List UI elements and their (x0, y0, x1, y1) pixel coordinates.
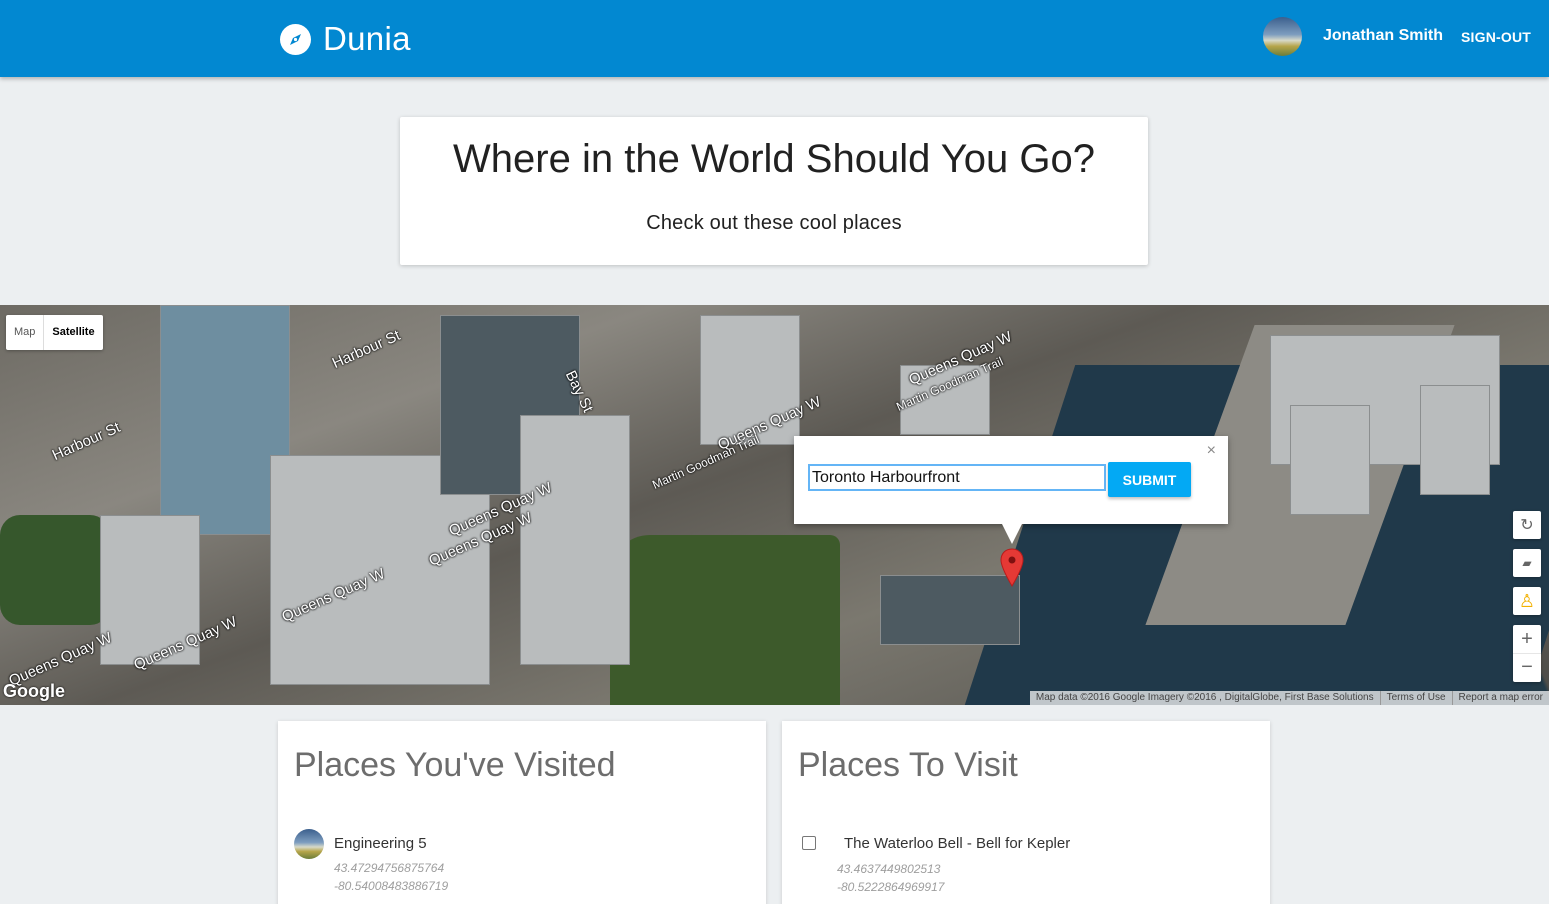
user-name[interactable]: Jonathan Smith (1323, 27, 1443, 45)
map-park (610, 535, 840, 705)
map-data-credit: Map data ©2016 Google Imagery ©2016 , Di… (1035, 692, 1374, 703)
submit-button[interactable]: SUBMIT (1108, 462, 1191, 497)
street-label: Harbour St (49, 418, 123, 465)
zoom-out-button[interactable]: − (1513, 653, 1541, 681)
google-logo: Google (3, 681, 65, 701)
hero-card: Where in the World Should You Go? Check … (400, 117, 1148, 265)
map-park (0, 515, 110, 625)
to-visit-card: Places To Visit The Waterloo Bell - Bell… (782, 721, 1270, 904)
map-building (880, 575, 1020, 645)
user-avatar[interactable] (1263, 17, 1302, 56)
page-subtitle: Check out these cool places (646, 212, 902, 234)
page-title: Where in the World Should You Go? (453, 137, 1095, 181)
brand-name: Dunia (323, 20, 411, 57)
tilt-icon[interactable]: ▰ (1513, 549, 1541, 577)
place-name: The Waterloo Bell - Bell for Kepler (844, 835, 1071, 852)
visit-checkbox[interactable] (802, 836, 816, 850)
map-type-satellite-button[interactable]: Satellite (43, 315, 102, 350)
map-building (520, 415, 630, 665)
terms-link[interactable]: Terms of Use (1379, 691, 1452, 705)
place-latitude: 43.47294756875764 (334, 861, 445, 875)
place-name: Engineering 5 (334, 835, 427, 852)
zoom-in-button[interactable]: + (1513, 625, 1541, 653)
signout-button[interactable]: SIGN-OUT (1461, 29, 1531, 45)
place-avatar (294, 829, 324, 859)
map[interactable]: Harbour St Harbour St Bay St Queens Quay… (0, 305, 1549, 705)
pegman-icon[interactable]: ♙ (1513, 587, 1541, 615)
map-info-window: × SUBMIT (794, 436, 1228, 544)
visited-card: Places You've Visited Engineering 5 43.4… (278, 721, 766, 904)
close-icon[interactable]: × (1207, 442, 1216, 460)
map-building (1290, 405, 1370, 515)
compass-icon (280, 23, 311, 55)
map-attribution: Map data ©2016 Google Imagery ©2016 , Di… (1029, 691, 1549, 705)
map-type-map-button[interactable]: Map (6, 315, 43, 350)
street-label: Harbour St (329, 326, 403, 373)
map-type-control: Map Satellite (6, 315, 103, 350)
map-building (1420, 385, 1490, 495)
app-header: Dunia Jonathan Smith SIGN-OUT (0, 0, 1549, 77)
place-longitude: -80.54008483886719 (334, 879, 449, 893)
report-error-link[interactable]: Report a map error (1451, 691, 1549, 705)
to-visit-title: Places To Visit (798, 746, 1018, 784)
zoom-control: + − (1513, 625, 1541, 682)
place-longitude: -80.5222864969917 (837, 880, 945, 894)
map-marker-icon[interactable] (1000, 548, 1024, 588)
visited-title: Places You've Visited (294, 746, 616, 784)
place-input[interactable] (808, 464, 1106, 491)
rotate-icon[interactable]: ↻ (1513, 511, 1541, 539)
brand[interactable]: Dunia (280, 20, 411, 58)
place-latitude: 43.4637449802513 (837, 862, 941, 876)
